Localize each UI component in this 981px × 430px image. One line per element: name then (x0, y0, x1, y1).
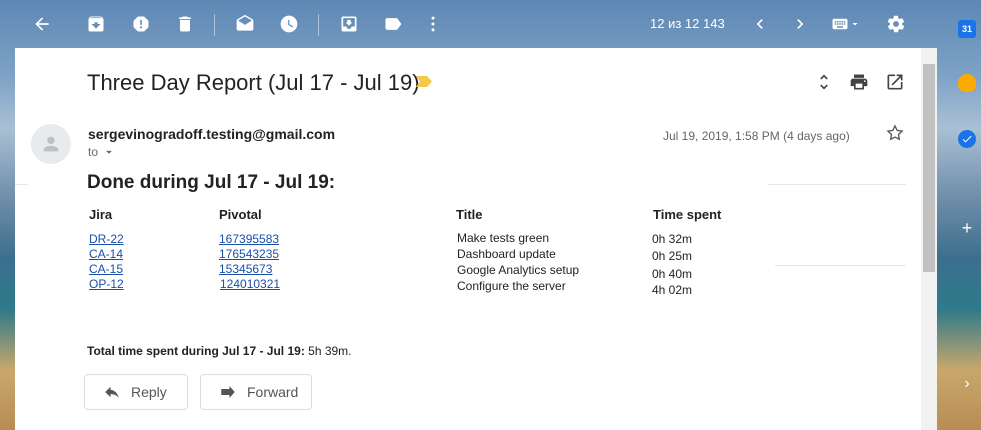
sender-address[interactable]: sergevinogradoff.testing@gmail.com (88, 126, 335, 142)
email-body-divider (768, 184, 906, 185)
pivotal-link[interactable]: 15345673 (219, 262, 272, 276)
forward-label: Forward (247, 384, 299, 400)
archive-icon (88, 16, 104, 32)
input-tools-button[interactable] (826, 10, 866, 38)
settings-button[interactable] (882, 10, 910, 38)
recipient-details-toggle[interactable]: to (88, 145, 116, 159)
reply-label: Reply (131, 384, 167, 400)
chevron-right-icon (797, 19, 804, 29)
time-spent: 4h 02m (652, 283, 693, 297)
task-title: Dashboard update (457, 247, 556, 261)
side-panel (937, 0, 981, 430)
more-options-button[interactable] (419, 10, 447, 38)
unfold-icon (820, 74, 828, 90)
toolbar-divider (214, 14, 215, 36)
task-title: Make tests green (457, 231, 550, 245)
message-toolbar: 12 из 12 143 (0, 0, 937, 48)
report-title: Done during Jul 17 - Jul 19: (87, 172, 336, 193)
print-button[interactable] (845, 68, 873, 96)
move-to-inbox-icon (341, 16, 357, 32)
chevron-right-icon[interactable]: › (958, 375, 976, 393)
sender-avatar (31, 124, 71, 164)
pivotal-link[interactable]: 176543235 (219, 247, 279, 261)
expand-all-button[interactable] (810, 68, 838, 96)
chevron-down-icon (106, 150, 112, 154)
delete-button[interactable] (171, 10, 199, 38)
forward-button[interactable]: Forward (200, 374, 312, 410)
person-icon (43, 136, 59, 152)
total-time-label: Total time spent during Jul 17 - Jul 19: (87, 344, 305, 358)
scrollbar-thumb[interactable] (923, 64, 935, 272)
jira-link[interactable]: CA-14 (89, 247, 123, 261)
gear-icon (887, 15, 905, 33)
email-body-divider (15, 184, 28, 185)
open-in-new-icon (887, 74, 903, 90)
jira-link[interactable]: OP-12 (89, 277, 124, 291)
total-time-line: Total time spent during Jul 17 - Jul 19:… (87, 344, 352, 358)
reply-icon (105, 386, 119, 398)
calendar-day: 31 (961, 24, 972, 34)
keep-icon[interactable] (958, 74, 976, 92)
older-button[interactable] (786, 10, 814, 38)
jira-link[interactable]: CA-15 (89, 262, 123, 276)
mark-unread-icon (236, 14, 254, 31)
task-title: Configure the server (457, 279, 566, 293)
pivotal-link[interactable]: 124010321 (220, 277, 280, 291)
back-button[interactable] (28, 10, 56, 38)
add-on-icon[interactable]: + (958, 218, 976, 238)
calendar-icon[interactable]: 31 (958, 20, 976, 38)
move-to-button[interactable] (335, 10, 363, 38)
newer-button[interactable] (746, 10, 774, 38)
report-spam-icon (133, 16, 149, 32)
importance-marker-icon[interactable] (416, 76, 432, 87)
task-title: Google Analytics setup (457, 263, 580, 277)
print-icon (850, 74, 868, 90)
labels-button[interactable] (379, 10, 407, 38)
column-header-pivotal: Pivotal (219, 207, 262, 222)
to-label: to (88, 145, 99, 159)
trash-icon (179, 16, 191, 32)
toolbar-divider (318, 14, 319, 36)
email-view: Three Day Report (Jul 17 - Jul 19) serge… (15, 48, 921, 430)
arrow-left-icon (35, 17, 49, 31)
snooze-button[interactable] (275, 10, 303, 38)
open-new-window-button[interactable] (881, 68, 909, 96)
column-header-jira: Jira (89, 207, 113, 222)
time-spent: 0h 40m (652, 267, 693, 281)
message-counter: 12 из 12 143 (650, 16, 725, 31)
forward-icon (221, 386, 235, 398)
star-icon[interactable] (885, 123, 905, 143)
check-icon (962, 135, 972, 143)
email-body-divider (775, 265, 906, 266)
clock-icon (280, 15, 298, 33)
pivotal-link[interactable]: 167395583 (219, 232, 279, 246)
jira-link[interactable]: DR-22 (89, 232, 124, 246)
column-header-title: Title (456, 207, 483, 222)
chevron-down-icon (852, 23, 858, 26)
more-vert-icon (431, 16, 435, 32)
time-spent: 0h 25m (652, 249, 693, 263)
report-spam-button[interactable] (127, 10, 155, 38)
email-date: Jul 19, 2019, 1:58 PM (4 days ago) (663, 129, 850, 143)
total-time-value: 5h 39m. (308, 344, 352, 358)
tasks-icon[interactable] (958, 130, 976, 148)
email-subject: Three Day Report (Jul 17 - Jul 19) (87, 70, 420, 95)
chevron-left-icon (756, 19, 763, 29)
mark-unread-button[interactable] (231, 10, 259, 38)
reply-button[interactable]: Reply (84, 374, 188, 410)
label-icon (385, 18, 402, 30)
scrollbar[interactable] (921, 48, 937, 430)
column-header-time-spent: Time spent (653, 207, 722, 222)
keyboard-icon (832, 18, 848, 30)
time-spent: 0h 32m (652, 232, 693, 246)
archive-button[interactable] (82, 10, 110, 38)
